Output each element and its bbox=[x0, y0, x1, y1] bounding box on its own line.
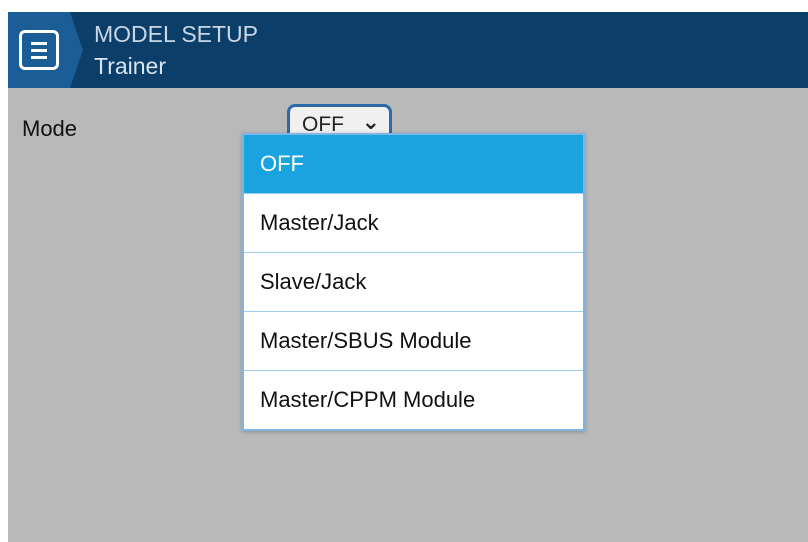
menu-icon[interactable] bbox=[19, 30, 59, 70]
dropdown-item-master-sbus-module[interactable]: Master/SBUS Module bbox=[244, 312, 583, 371]
dropdown-item-master-cppm-module[interactable]: Master/CPPM Module bbox=[244, 371, 583, 430]
radio-screen: MODEL SETUP Trainer Mode OFF ⌄ OFF Maste… bbox=[8, 12, 808, 542]
page-title: MODEL SETUP bbox=[94, 21, 259, 47]
mode-dropdown: OFF Master/Jack Slave/Jack Master/SBUS M… bbox=[242, 133, 585, 431]
chevron-down-icon: ⌄ bbox=[361, 110, 380, 135]
dropdown-item-slave-jack[interactable]: Slave/Jack bbox=[244, 253, 583, 312]
dropdown-item-master-jack[interactable]: Master/Jack bbox=[244, 194, 583, 253]
header-bar: MODEL SETUP Trainer bbox=[8, 12, 808, 88]
dropdown-item-off[interactable]: OFF bbox=[244, 135, 583, 194]
header-text: MODEL SETUP Trainer bbox=[94, 20, 258, 80]
page-subtitle: Trainer bbox=[94, 53, 166, 79]
mode-label: Mode bbox=[22, 116, 78, 141]
menu-tab[interactable] bbox=[8, 12, 83, 88]
